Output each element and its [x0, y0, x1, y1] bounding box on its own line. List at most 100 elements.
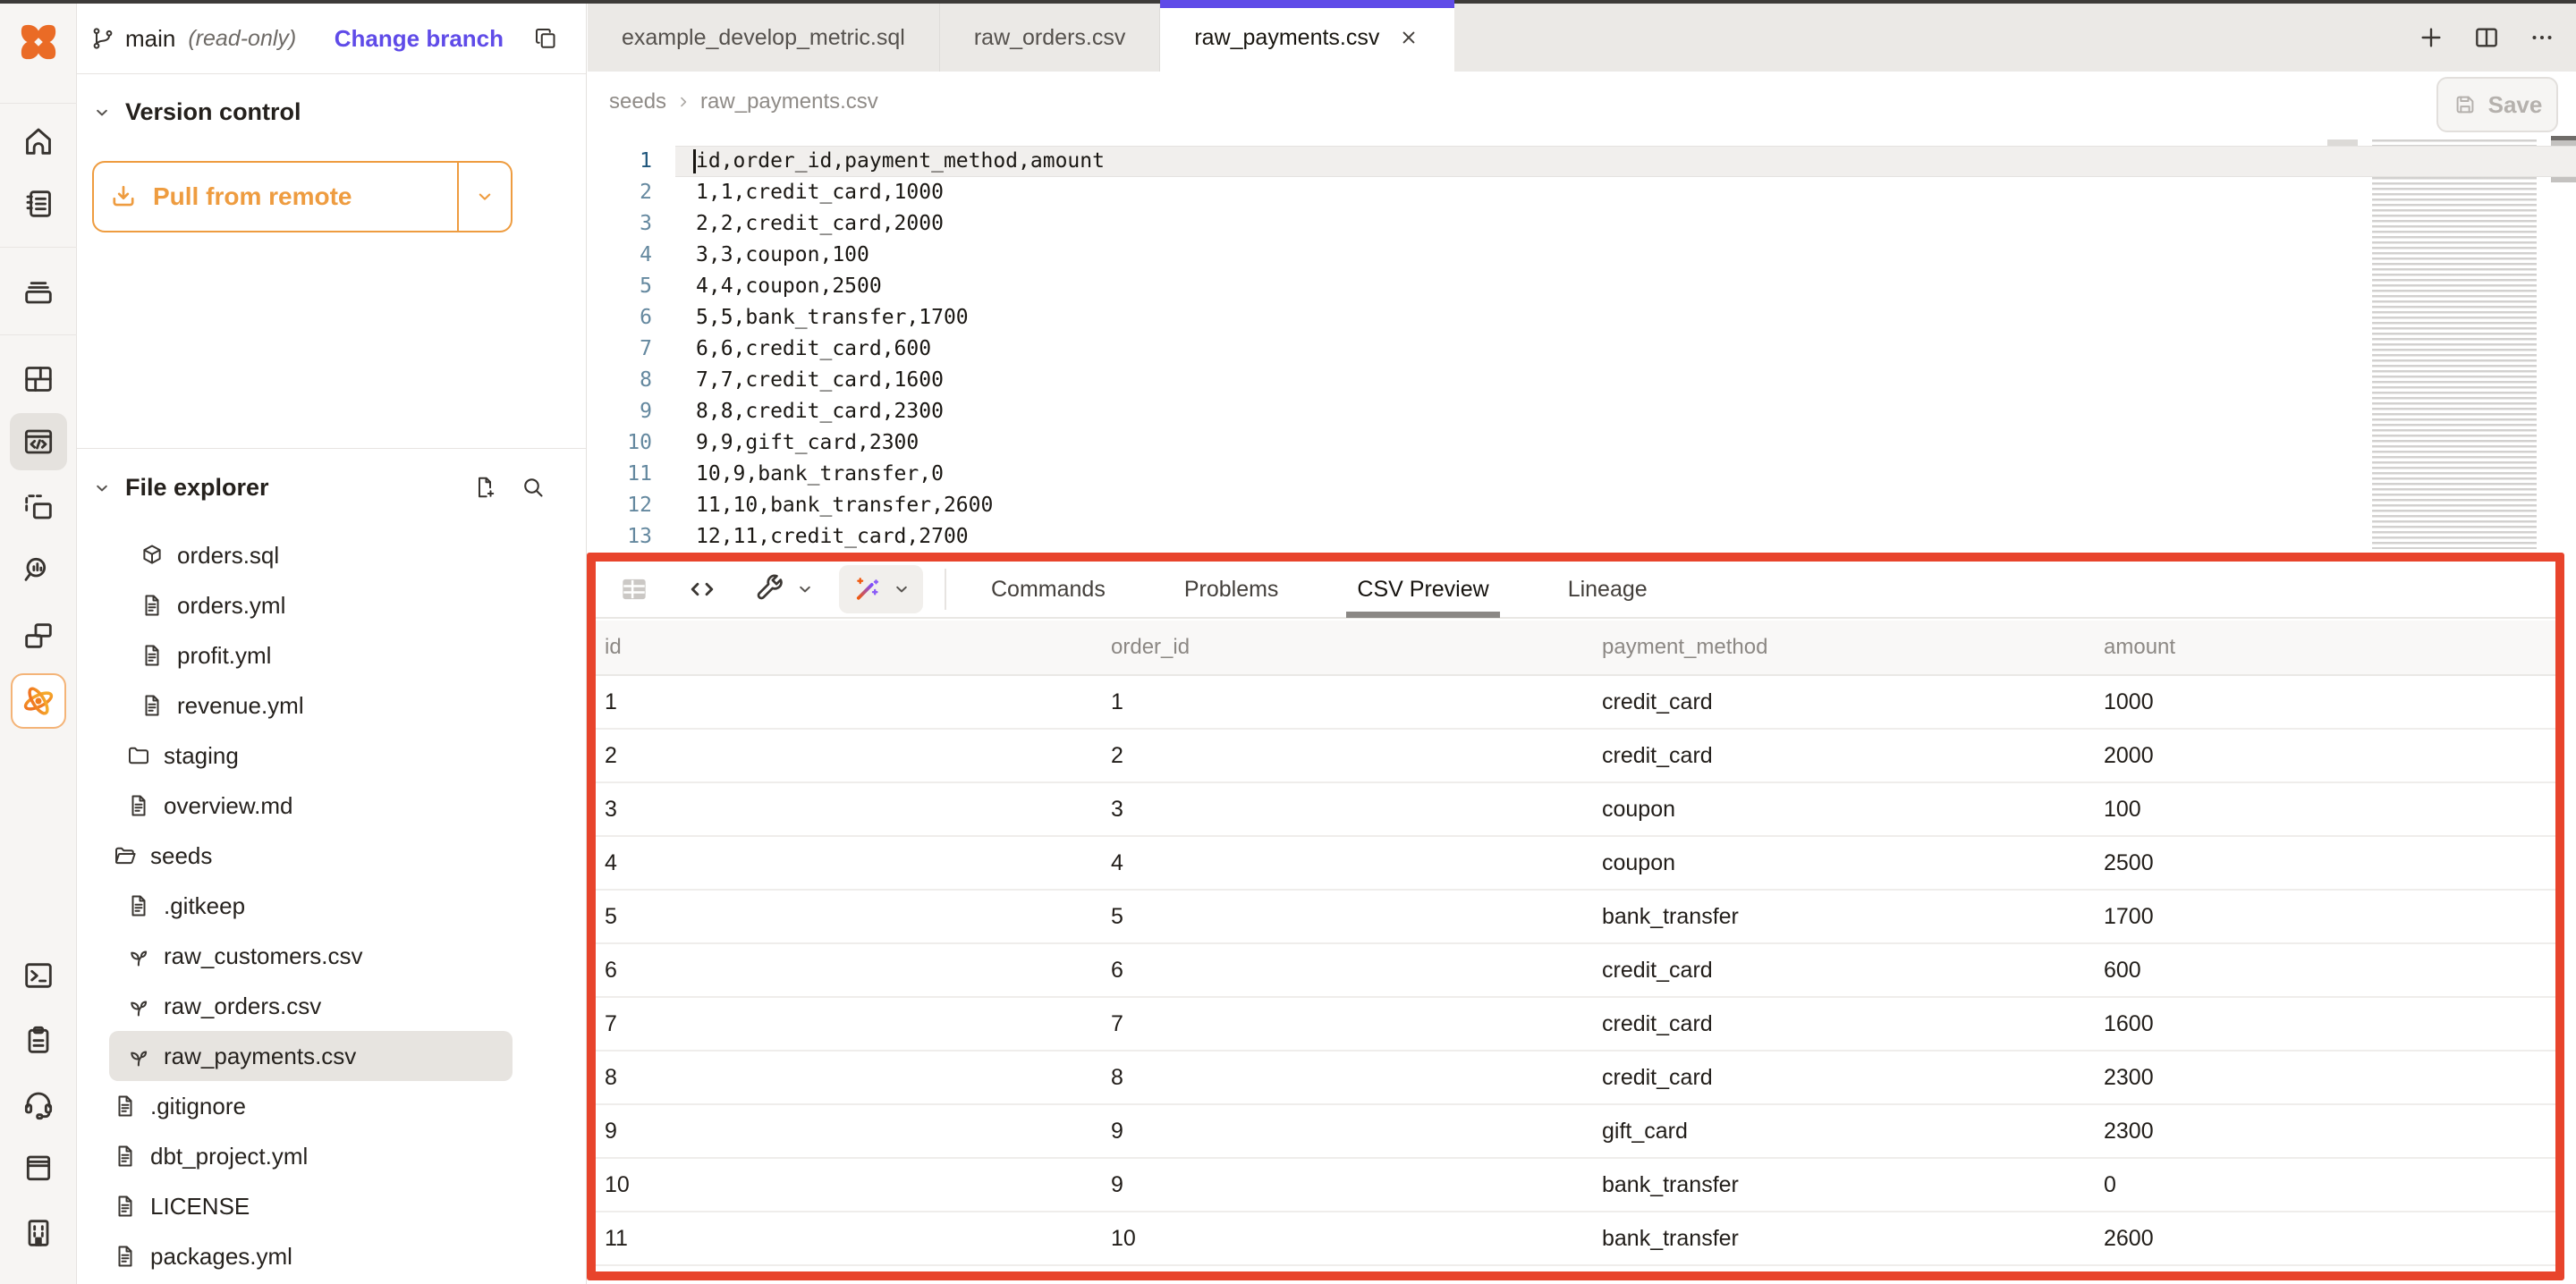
file-explorer-item[interactable]: raw_orders.csv: [109, 981, 513, 1031]
activity-bar-item[interactable]: [13, 1143, 64, 1193]
csv-table-row[interactable]: 8 8 credit_card 2300: [596, 1052, 2555, 1105]
panel-toolbar-button[interactable]: [606, 565, 662, 613]
panel-toolbar-button[interactable]: [742, 565, 826, 613]
activity-bar-item[interactable]: [13, 1078, 64, 1128]
panel-toolbar-button[interactable]: [674, 565, 730, 613]
csv-table-row[interactable]: 4 4 coupon 2500: [596, 837, 2555, 891]
activity-bar-item[interactable]: [13, 950, 64, 1001]
editor-line[interactable]: 13 12,11,credit_card,2700: [588, 521, 2576, 553]
editor-action-button[interactable]: [2472, 23, 2501, 52]
line-text: 10,9,bank_transfer,0: [696, 459, 944, 490]
editor-tab[interactable]: raw_orders.csv: [940, 4, 1161, 72]
csv-table-row[interactable]: 7 7 credit_card 1600: [596, 998, 2555, 1052]
editor-line[interactable]: 9 8,8,credit_card,2300: [588, 396, 2576, 427]
file-explorer-item[interactable]: revenue.yml: [109, 680, 513, 731]
chevron-down-icon: [473, 185, 496, 208]
file-explorer-item[interactable]: seeds: [109, 831, 513, 881]
activity-bar-item[interactable]: [13, 179, 64, 229]
chevron-down-icon[interactable]: [891, 579, 912, 600]
search-icon[interactable]: [520, 474, 547, 501]
editor-line[interactable]: 4 3,3,coupon,100: [588, 240, 2576, 271]
editor-line[interactable]: 1 id,order_id,payment_method,amount: [588, 146, 2576, 177]
doc-icon: [112, 1193, 139, 1220]
csv-column-header[interactable]: amount: [2104, 635, 2555, 660]
bottom-panel-toolbar: Commands Problems CSV Preview Lineage: [596, 562, 2555, 619]
csv-table-row[interactable]: 5 5 bank_transfer 1700: [596, 891, 2555, 944]
activity-bar-item[interactable]: [13, 1208, 64, 1258]
file-explorer-item[interactable]: overview.md: [109, 781, 513, 831]
file-explorer-item[interactable]: .gitkeep: [109, 881, 513, 931]
cell-order-id: 6: [1111, 958, 1602, 984]
editor-line[interactable]: 2 1,1,credit_card,1000: [588, 177, 2576, 208]
chevron-down-icon[interactable]: [794, 579, 816, 600]
editor-line[interactable]: 10 9,9,gift_card,2300: [588, 427, 2576, 459]
activity-bar-item[interactable]: [13, 483, 64, 533]
save-button[interactable]: Save: [2436, 77, 2558, 132]
csv-table-row[interactable]: 9 9 gift_card 2300: [596, 1105, 2555, 1159]
editor-line[interactable]: 6 5,5,bank_transfer,1700: [588, 302, 2576, 334]
csv-table-row[interactable]: 3 3 coupon 100: [596, 783, 2555, 837]
panel-toolbar-button[interactable]: [839, 565, 923, 613]
panel-tab[interactable]: Problems: [1184, 561, 1279, 618]
csv-table-row[interactable]: 11 10 bank_transfer 2600: [596, 1212, 2555, 1266]
panel-tab[interactable]: CSV Preview: [1357, 561, 1488, 618]
activity-bar-item[interactable]: [13, 116, 64, 166]
editor-action-button[interactable]: [2528, 23, 2556, 52]
chevron-down-icon[interactable]: [91, 477, 113, 499]
activity-bar-item[interactable]: [13, 266, 64, 316]
file-explorer-item[interactable]: raw_payments.csv: [109, 1031, 513, 1081]
editor-tab[interactable]: example_develop_metric.sql: [588, 4, 940, 72]
csv-table-row[interactable]: 6 6 credit_card 600: [596, 944, 2555, 998]
version-control-section-header[interactable]: Version control: [91, 98, 301, 126]
pull-options-dropdown[interactable]: [457, 163, 511, 231]
activity-bar-item[interactable]: [13, 545, 64, 595]
file-explorer-item[interactable]: profit.yml: [109, 630, 513, 680]
file-explorer-item[interactable]: LICENSE: [109, 1181, 513, 1231]
csv-table-row[interactable]: 10 9 bank_transfer 0: [596, 1159, 2555, 1212]
copy-branch-button[interactable]: [532, 25, 559, 52]
csv-column-header[interactable]: id: [605, 635, 1111, 660]
cell-order-id: 5: [1111, 904, 1602, 930]
chevron-down-icon[interactable]: [91, 102, 113, 123]
activity-bar-item[interactable]: [13, 1015, 64, 1065]
csv-column-header[interactable]: payment_method: [1602, 635, 2104, 660]
file-name: packages.yml: [150, 1243, 292, 1271]
editor-tab-bar: example_develop_metric.sql raw_orders.cs…: [588, 4, 2576, 72]
change-branch-link[interactable]: Change branch: [335, 25, 504, 53]
file-explorer-item[interactable]: orders.yml: [109, 580, 513, 630]
activity-bar-item[interactable]: [13, 354, 64, 404]
activity-bar-item[interactable]: [11, 673, 66, 729]
breadcrumb-folder[interactable]: seeds: [609, 89, 666, 114]
panel-tab[interactable]: Commands: [991, 561, 1106, 618]
editor-line[interactable]: 5 4,4,coupon,2500: [588, 271, 2576, 302]
pull-from-remote-button[interactable]: Pull from remote: [92, 161, 513, 232]
pull-from-remote-main[interactable]: Pull from remote: [94, 182, 457, 212]
activity-bar-item[interactable]: [13, 611, 64, 661]
breadcrumb-file[interactable]: raw_payments.csv: [700, 89, 878, 114]
file-explorer-item[interactable]: raw_customers.csv: [109, 931, 513, 981]
csv-column-header[interactable]: order_id: [1111, 635, 1602, 660]
code-editor[interactable]: 1 id,order_id,payment_method,amount 2 1,…: [588, 134, 2576, 553]
notebook-icon: [21, 186, 56, 222]
close-icon[interactable]: [1397, 26, 1420, 49]
editor-line[interactable]: 12 11,10,bank_transfer,2600: [588, 490, 2576, 521]
file-explorer-item[interactable]: .gitignore: [109, 1081, 513, 1131]
editor-line[interactable]: 11 10,9,bank_transfer,0: [588, 459, 2576, 490]
panel-tab[interactable]: Lineage: [1568, 561, 1648, 618]
editor-tab[interactable]: raw_payments.csv: [1160, 4, 1454, 72]
file-explorer-item[interactable]: orders.sql: [109, 530, 513, 580]
cell-amount: 1700: [2104, 904, 2555, 930]
new-file-icon[interactable]: [471, 474, 498, 501]
file-explorer-item[interactable]: packages.yml: [109, 1231, 513, 1281]
dbt-logo-icon[interactable]: [18, 20, 59, 64]
csv-table-row[interactable]: 1 1 credit_card 1000: [596, 676, 2555, 730]
activity-bar-item[interactable]: [10, 413, 67, 470]
file-name: profit.yml: [177, 642, 271, 670]
file-explorer-item[interactable]: staging: [109, 731, 513, 781]
editor-action-button[interactable]: [2417, 23, 2445, 52]
editor-line[interactable]: 3 2,2,credit_card,2000: [588, 208, 2576, 240]
csv-table-row[interactable]: 2 2 credit_card 2000: [596, 730, 2555, 783]
file-explorer-item[interactable]: dbt_project.yml: [109, 1131, 513, 1181]
editor-line[interactable]: 7 6,6,credit_card,600: [588, 334, 2576, 365]
editor-line[interactable]: 8 7,7,credit_card,1600: [588, 365, 2576, 396]
